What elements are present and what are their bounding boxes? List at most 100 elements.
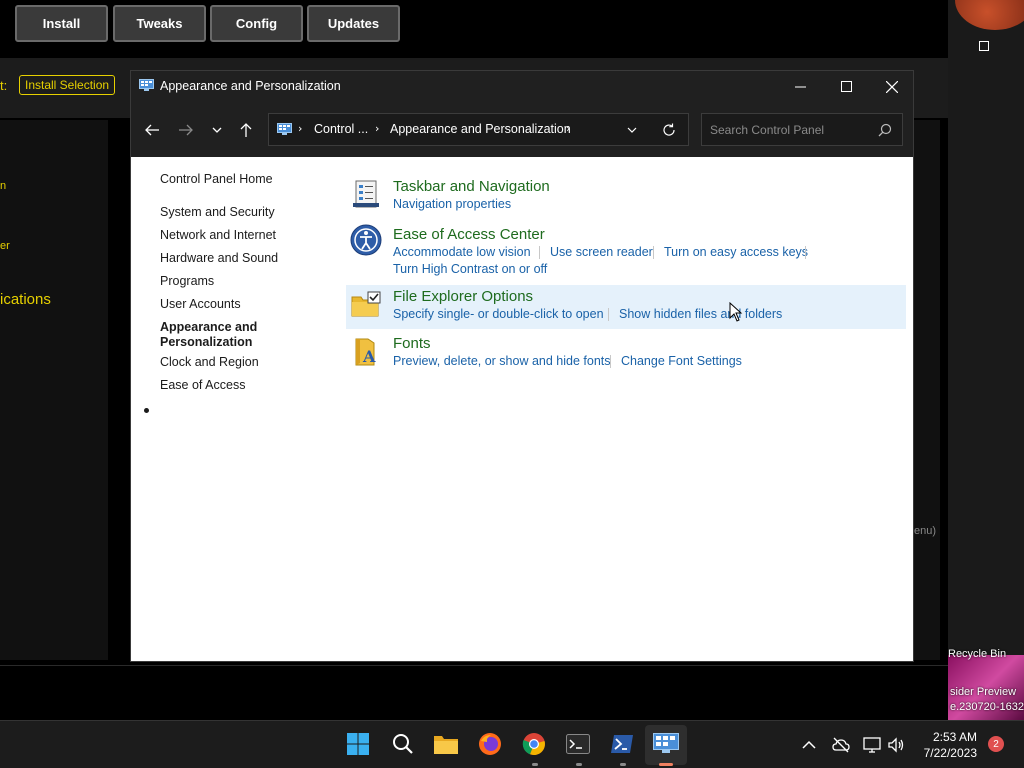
system-clock[interactable]: 2:53 AM 7/22/2023 [912,729,977,761]
tab-install[interactable]: Install [15,5,108,42]
chevron-up-icon[interactable] [800,736,818,754]
tab-tweaks[interactable]: Tweaks [113,5,206,42]
breadcrumb-chevron-icon[interactable]: › [298,122,302,135]
link-separator [608,308,609,321]
active-indicator [659,763,673,766]
bg-label: t: [0,78,8,93]
breadcrumb-control-panel[interactable]: Control ... [314,122,368,136]
start-button[interactable] [345,731,371,757]
recycle-bin-label: Recycle Bin [948,648,1007,660]
minimize-button[interactable] [777,71,823,102]
tab-config[interactable]: Config [210,5,303,42]
use-screen-reader-link[interactable]: Use screen reader [550,245,653,259]
terminal-button[interactable] [565,731,591,757]
arrow-right-icon [179,124,193,136]
link-separator [610,355,611,368]
accommodate-low-vision-link[interactable]: Accommodate low vision [393,245,531,259]
maximize-icon[interactable] [979,41,989,51]
sidebar-item-user-accounts[interactable]: User Accounts [160,297,241,312]
bg-fragment-3: ications [0,291,51,308]
link-separator [539,246,540,259]
fonts-folder-icon: A [355,338,376,366]
bg-fragment-2: er [0,240,10,252]
content-pane: Control Panel Home System and Security N… [131,157,913,661]
sidebar-item-system-security[interactable]: System and Security [160,205,275,220]
breadcrumb-chevron-icon[interactable]: › [566,122,570,135]
breadcrumb-chevron-icon[interactable]: › [375,122,379,135]
category-title[interactable]: Taskbar and Navigation [393,178,550,195]
network-icon[interactable] [863,736,881,754]
search-icon [393,734,413,754]
sidebar-item-appearance[interactable]: Appearance and Personalization [160,320,257,350]
chrome-icon [522,733,545,756]
navigation-bar: › Control ... › Appearance and Personali… [131,102,913,157]
install-selection-button[interactable]: Install Selection [19,75,116,95]
title-bar[interactable]: Appearance and Personalization [131,71,913,102]
search-button[interactable] [390,731,416,757]
volume-icon[interactable] [887,736,905,754]
clock-date: 7/22/2023 [923,746,977,760]
recent-locations-button[interactable] [205,119,229,141]
folder-icon [434,736,458,754]
bg-fragment-1: n [0,180,7,192]
maximize-button[interactable] [823,71,869,102]
terminal-icon [566,734,590,754]
onedrive-icon[interactable] [832,736,850,754]
folder-options-icon [351,291,381,317]
sidebar-item-label: Appearance and [160,320,258,334]
change-font-settings-link[interactable]: Change Font Settings [621,354,742,368]
forward-button[interactable] [174,119,198,141]
maximize-icon [840,81,852,92]
tab-updates[interactable]: Updates [307,5,400,42]
category-taskbar: Taskbar and Navigation Navigation proper… [346,171,906,215]
category-title[interactable]: File Explorer Options [393,288,533,305]
single-double-click-link[interactable]: Specify single- or double-click to open [393,307,604,321]
bg-bottom-bar [0,665,948,720]
address-bar[interactable]: › Control ... › Appearance and Personali… [268,113,689,146]
control-panel-icon [139,79,154,91]
firefox-icon [479,733,501,755]
close-icon [886,80,898,93]
notification-badge[interactable]: 2 [988,736,1004,752]
chevron-down-icon [212,127,222,133]
search-box[interactable]: Search Control Panel [701,113,903,146]
ease-of-access-icon [350,224,382,256]
running-indicator [532,763,538,766]
sidebar-item-label: Personalization [160,335,253,349]
category-title[interactable]: Fonts [393,335,431,352]
sidebar-item-clock-region[interactable]: Clock and Region [160,355,259,370]
address-dropdown-icon[interactable] [627,127,637,134]
refresh-icon[interactable] [662,123,676,137]
control-panel-window: Appearance and Personalization › Control… [130,70,914,662]
file-explorer-button[interactable] [433,731,459,757]
sidebar-item-hardware[interactable]: Hardware and Sound [160,251,278,266]
easy-access-keys-link[interactable]: Turn on easy access keys [664,245,808,259]
active-bullet-icon [144,408,149,413]
preview-fonts-link[interactable]: Preview, delete, or show and hide fonts [393,354,611,368]
control-panel-button[interactable] [653,731,679,757]
build-watermark-2: e.230720-1632 [950,701,1024,713]
bg-left-panel: n er ications [0,120,108,660]
sidebar-item-network[interactable]: Network and Internet [160,228,276,243]
show-hidden-files-link[interactable]: Show hidden files and folders [619,307,782,321]
navigation-properties-link[interactable]: Navigation properties [393,197,511,211]
close-button[interactable] [869,71,915,102]
windows-logo-icon [347,733,369,755]
link-separator [805,246,806,259]
category-title[interactable]: Ease of Access Center [393,226,545,243]
chrome-button[interactable] [521,731,547,757]
sidebar-item-programs[interactable]: Programs [160,274,214,289]
desktop-area [948,0,1024,720]
high-contrast-link[interactable]: Turn High Contrast on or off [393,262,547,276]
search-icon[interactable] [878,123,892,137]
powershell-button[interactable] [609,731,635,757]
breadcrumb-appearance[interactable]: Appearance and Personalization [390,122,571,136]
sidebar-item-ease-of-access[interactable]: Ease of Access [160,378,245,393]
search-input[interactable]: Search Control Panel [710,123,824,137]
back-button[interactable] [140,119,164,141]
up-button[interactable] [234,119,258,141]
clock-time: 2:53 AM [932,730,977,744]
sidebar-control-panel-home[interactable]: Control Panel Home [160,172,273,187]
taskbar: 2:53 AM 7/22/2023 [0,720,1024,768]
firefox-button[interactable] [477,731,503,757]
